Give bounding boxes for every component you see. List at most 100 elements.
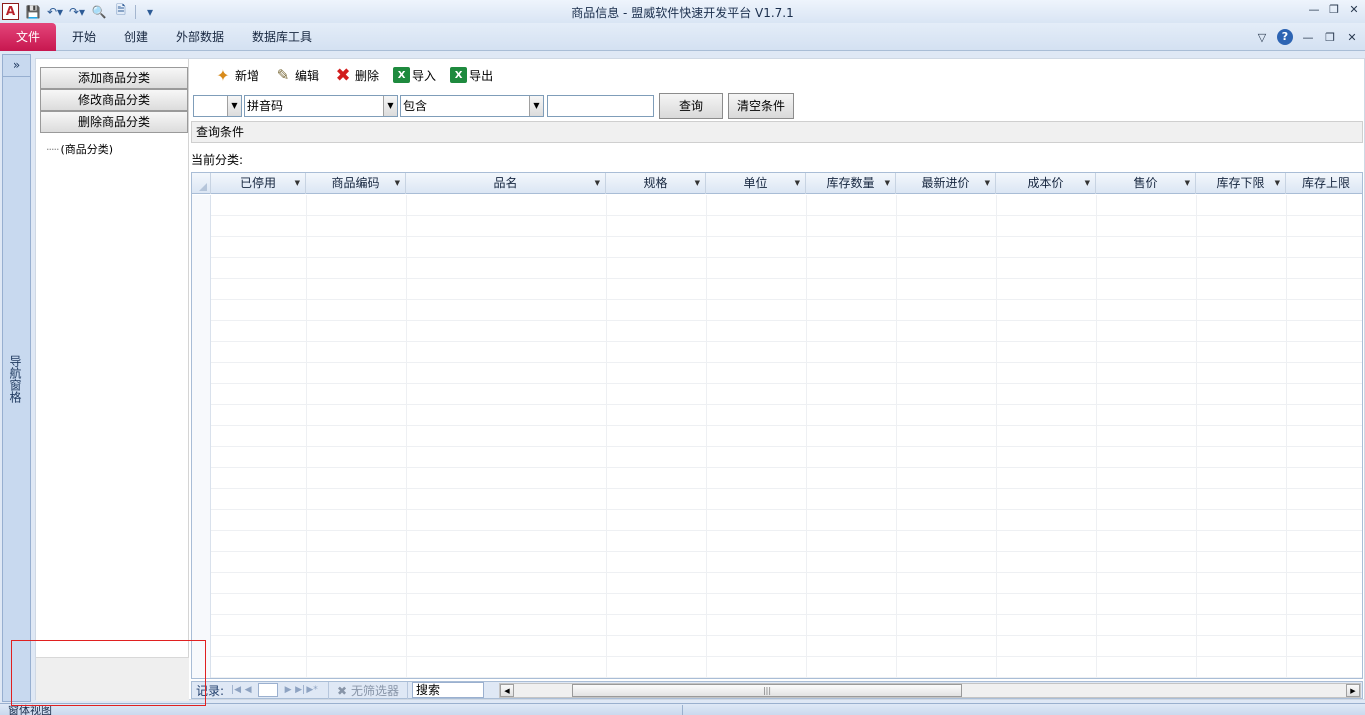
column-header[interactable]: 最新进价 ▼ <box>896 173 996 194</box>
row-selector-column[interactable] <box>192 195 211 678</box>
column-header[interactable]: 品名 ▼ <box>406 173 606 194</box>
clear-conditions-button[interactable]: 清空条件 <box>728 93 794 119</box>
column-header[interactable]: 库存数量 ▼ <box>806 173 896 194</box>
previous-record-icon[interactable]: ◀ <box>242 685 254 695</box>
filter-field2-select[interactable]: 拼音码 ▼ <box>244 95 398 117</box>
import-button[interactable]: X 导入 <box>391 63 438 87</box>
column-header-label: 规格 <box>643 176 668 190</box>
customize-qat-icon[interactable]: ▾ <box>142 4 158 20</box>
help-icon[interactable]: ? <box>1277 29 1293 45</box>
export-button-label: 导出 <box>469 68 494 83</box>
category-panel-footer <box>36 657 189 701</box>
scroll-right-icon[interactable]: ▶ <box>1346 684 1360 697</box>
menu-database-tools[interactable]: 数据库工具 <box>236 23 324 51</box>
minimize-icon[interactable]: — <box>1307 3 1321 17</box>
column-dropdown-icon[interactable]: ▼ <box>795 173 800 194</box>
doc-close-icon[interactable]: ✕ <box>1345 31 1359 44</box>
record-search-input[interactable]: 搜索 <box>411 682 484 698</box>
print-preview-icon[interactable]: 🔍 <box>91 4 107 20</box>
doc-restore-icon[interactable]: ❐ <box>1323 31 1337 44</box>
column-dropdown-icon[interactable]: ▼ <box>395 173 400 194</box>
redo-icon[interactable]: ↷▾ <box>69 4 85 20</box>
column-header[interactable]: 已停用 ▼ <box>211 173 306 194</box>
filter-value-input[interactable] <box>547 95 654 117</box>
tree-root-label: (商品分类) <box>60 143 114 156</box>
expand-nav-icon[interactable]: » <box>3 55 30 77</box>
record-navigation-bar: 记录: |◀ ◀ ▶ ▶| ▶* ✖ 无筛选器 搜索 ◀ ||| ▶ <box>191 681 1363 699</box>
doc-minimize-icon[interactable]: — <box>1301 31 1315 44</box>
title-bar: A 💾 ↶▾ ↷▾ 🔍 🗎 ▾ 商品信息 - 盟威软件快速开发平台 V1.7.1… <box>0 0 1365 23</box>
datasheet-header: 已停用 ▼ 商品编码 ▼ 品名 ▼ 规格 ▼ 单位 ▼ 库存数量 ▼ 最新进价 ▼ 成本价 ▼ … <box>192 173 1362 194</box>
next-record-icon[interactable]: ▶ <box>282 685 294 695</box>
column-gridline <box>406 195 407 678</box>
column-header[interactable]: 库存上限 <box>1286 173 1362 194</box>
save-icon[interactable]: 💾 <box>25 4 41 20</box>
column-header[interactable]: 库存下限 ▼ <box>1196 173 1286 194</box>
menu-create[interactable]: 创建 <box>108 23 160 51</box>
column-header[interactable]: 商品编码 ▼ <box>306 173 406 194</box>
filter-operator-select[interactable]: 包含 ▼ <box>400 95 544 117</box>
file-menu[interactable]: 文件 <box>0 22 56 51</box>
dropdown-arrow-icon[interactable]: ▼ <box>529 96 543 116</box>
edit-button[interactable]: ✎ 编辑 <box>271 63 321 87</box>
column-dropdown-icon[interactable]: ▼ <box>695 173 700 194</box>
view-status-text: 窗体视图 <box>8 704 52 715</box>
column-dropdown-icon[interactable]: ▼ <box>985 173 990 194</box>
product-datasheet[interactable]: 已停用 ▼ 商品编码 ▼ 品名 ▼ 规格 ▼ 单位 ▼ 库存数量 ▼ 最新进价 ▼ 成本价 ▼ … <box>191 172 1363 679</box>
column-dropdown-icon[interactable]: ▼ <box>295 173 300 194</box>
column-header[interactable]: 规格 ▼ <box>606 173 706 194</box>
column-header-label: 库存上限 <box>1301 176 1350 190</box>
datasheet-body[interactable] <box>192 195 1362 678</box>
category-panel: 添加商品分类 修改商品分类 删除商品分类 ····· (商品分类) <box>36 59 189 701</box>
column-header-label: 成本价 <box>1027 176 1064 190</box>
column-header[interactable]: 单位 ▼ <box>706 173 806 194</box>
excel-export-icon: X <box>450 67 468 83</box>
horizontal-scrollbar[interactable]: ◀ ||| ▶ <box>499 683 1361 698</box>
column-dropdown-icon[interactable]: ▼ <box>1185 173 1190 194</box>
first-record-icon[interactable]: |◀ <box>230 685 242 695</box>
close-icon[interactable]: ✕ <box>1347 3 1361 17</box>
new-button[interactable]: ✦ 新增 <box>211 63 261 87</box>
filter-field1-select[interactable]: ▼ <box>193 95 242 117</box>
category-tree-root[interactable]: ····· (商品分类) <box>46 141 113 157</box>
column-gridline <box>1196 195 1197 678</box>
export-button[interactable]: X 导出 <box>448 63 495 87</box>
menu-external-data[interactable]: 外部数据 <box>160 23 236 51</box>
add-category-button[interactable]: 添加商品分类 <box>40 67 188 89</box>
select-all-cell[interactable] <box>192 173 211 194</box>
column-dropdown-icon[interactable]: ▼ <box>595 173 600 194</box>
menu-start[interactable]: 开始 <box>56 23 108 51</box>
filter-status-button[interactable]: ✖ 无筛选器 <box>328 681 408 699</box>
filter-off-icon: ✖ <box>337 683 348 698</box>
new-document-icon[interactable]: 🗎 <box>113 3 129 20</box>
access-app-icon[interactable]: A <box>2 3 19 20</box>
filter-operator-value: 包含 <box>403 99 428 113</box>
current-record-input[interactable] <box>258 683 279 697</box>
column-header[interactable]: 成本价 ▼ <box>996 173 1096 194</box>
scroll-thumb[interactable]: ||| <box>572 684 962 697</box>
dropdown-arrow-icon[interactable]: ▼ <box>383 96 397 116</box>
query-button[interactable]: 查询 <box>659 93 723 119</box>
column-header-label: 已停用 <box>239 176 276 190</box>
column-dropdown-icon[interactable]: ▼ <box>1275 173 1280 194</box>
column-header-label: 库存下限 <box>1216 176 1265 190</box>
current-category-label: 当前分类: <box>191 153 244 167</box>
restore-icon[interactable]: ❐ <box>1327 3 1341 17</box>
last-record-icon[interactable]: ▶| <box>294 685 306 695</box>
undo-icon[interactable]: ↶▾ <box>47 4 63 20</box>
column-header[interactable]: 售价 ▼ <box>1096 173 1196 194</box>
filter-field2-value: 拼音码 <box>247 99 284 113</box>
query-condition-bar: 查询条件 <box>191 121 1363 143</box>
navigation-pane[interactable]: » 导航窗格 <box>2 54 31 702</box>
delete-button[interactable]: ✖ 删除 <box>331 63 381 87</box>
column-header-label: 最新进价 <box>921 176 970 190</box>
scroll-left-icon[interactable]: ◀ <box>500 684 514 697</box>
dropdown-arrow-icon[interactable]: ▼ <box>227 96 241 116</box>
nav-pane-label[interactable]: 导航窗格 <box>7 355 24 403</box>
column-dropdown-icon[interactable]: ▼ <box>1085 173 1090 194</box>
excel-import-icon: X <box>393 67 411 83</box>
new-record-icon[interactable]: ▶* <box>306 685 318 695</box>
ribbon-controls: ▽ ? — ❐ ✕ <box>1255 29 1359 45</box>
ribbon-minimize-icon[interactable]: ▽ <box>1255 31 1269 44</box>
column-dropdown-icon[interactable]: ▼ <box>885 173 890 194</box>
